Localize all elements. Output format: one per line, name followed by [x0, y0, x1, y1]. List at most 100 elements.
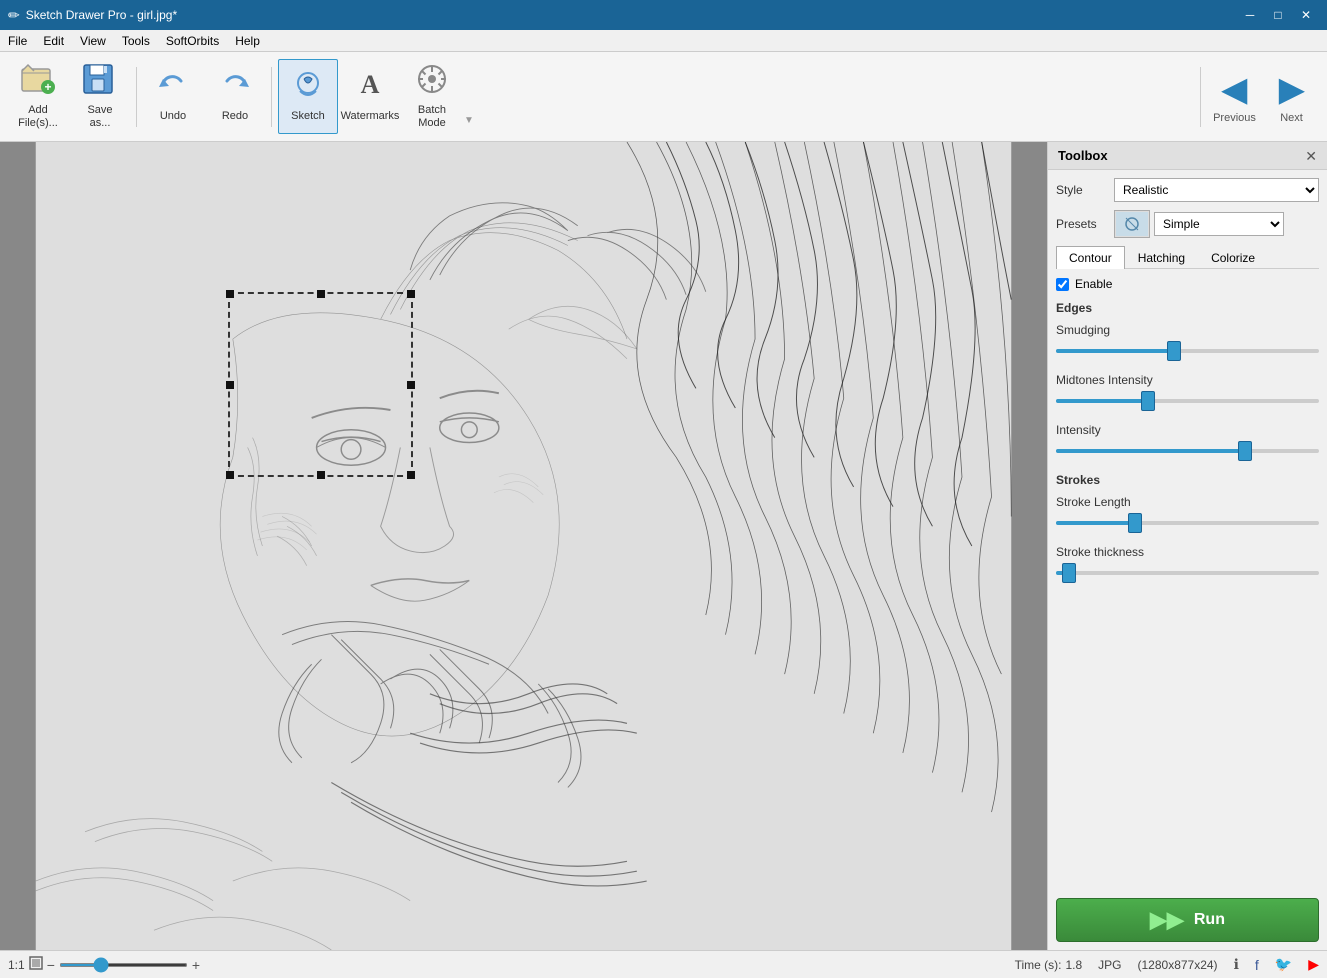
- strokes-header: Strokes: [1056, 473, 1319, 487]
- zoom-fit-button[interactable]: [29, 956, 43, 973]
- stroke-length-thumb[interactable]: [1128, 513, 1142, 533]
- toolbox-close-button[interactable]: ✕: [1305, 149, 1317, 163]
- intensity-track: [1056, 449, 1319, 453]
- presets-select[interactable]: Simple Standard Complex: [1154, 212, 1284, 236]
- maximize-button[interactable]: □: [1265, 5, 1291, 25]
- canvas-area[interactable]: [0, 142, 1047, 950]
- menu-view[interactable]: View: [72, 30, 114, 51]
- tab-contour[interactable]: Contour: [1056, 246, 1125, 269]
- save-as-button[interactable]: Saveas...: [70, 59, 130, 134]
- main-area: Toolbox ✕ Style Realistic Simple Detaile…: [0, 142, 1327, 950]
- redo-button[interactable]: Redo: [205, 59, 265, 134]
- smudging-slider-container: [1056, 341, 1319, 361]
- stroke-thickness-group: Stroke thickness: [1056, 545, 1319, 583]
- redo-label: Redo: [222, 110, 248, 123]
- sketch-image: [0, 142, 1047, 950]
- stroke-length-group: Stroke Length: [1056, 495, 1319, 533]
- svg-text:A: A: [361, 70, 380, 99]
- toolbar-expand[interactable]: ▼: [464, 115, 474, 126]
- enable-row: Enable: [1056, 277, 1319, 291]
- time-status: Time (s): 1.8: [1015, 958, 1083, 972]
- previous-button[interactable]: ◀ Previous: [1207, 59, 1262, 134]
- menu-edit[interactable]: Edit: [35, 30, 72, 51]
- facebook-icon[interactable]: f: [1255, 957, 1259, 973]
- midtones-label: Midtones Intensity: [1056, 373, 1319, 387]
- window-title: Sketch Drawer Pro - girl.jpg*: [26, 8, 1237, 22]
- menu-help[interactable]: Help: [227, 30, 268, 51]
- run-label: Run: [1194, 911, 1225, 929]
- midtones-slider-container: [1056, 391, 1319, 411]
- stroke-length-slider-container: [1056, 513, 1319, 533]
- enable-label[interactable]: Enable: [1075, 277, 1112, 291]
- intensity-group: Intensity: [1056, 423, 1319, 461]
- dimensions-label: (1280x877x24): [1138, 958, 1218, 972]
- tabs-row: Contour Hatching Colorize: [1056, 246, 1319, 269]
- zoom-out-button[interactable]: −: [47, 957, 55, 973]
- time-value: 1.8: [1065, 958, 1082, 972]
- presets-row: Presets Simple Standard Complex: [1056, 210, 1319, 238]
- preset-icon-1: [1114, 210, 1150, 238]
- add-files-button[interactable]: + AddFile(s)...: [8, 59, 68, 134]
- midtones-fill: [1056, 399, 1148, 403]
- zoom-slider[interactable]: [59, 963, 188, 967]
- save-as-label: Saveas...: [87, 104, 112, 130]
- tab-hatching[interactable]: Hatching: [1125, 246, 1198, 269]
- stroke-thickness-track: [1056, 571, 1319, 575]
- stroke-length-fill: [1056, 521, 1135, 525]
- menu-tools[interactable]: Tools: [114, 30, 158, 51]
- menu-softorbits[interactable]: SoftOrbits: [158, 30, 227, 51]
- twitter-icon[interactable]: 🐦: [1275, 956, 1292, 973]
- batch-mode-button[interactable]: BatchMode: [402, 59, 462, 134]
- watermarks-icon: A: [352, 69, 388, 106]
- intensity-fill: [1056, 449, 1245, 453]
- intensity-thumb[interactable]: [1238, 441, 1252, 461]
- info-icon[interactable]: ℹ: [1234, 956, 1239, 973]
- intensity-slider-container: [1056, 441, 1319, 461]
- sketch-button[interactable]: Sketch: [278, 59, 338, 134]
- zoom-controls: 1:1 − +: [8, 956, 200, 973]
- format-status: JPG: [1098, 958, 1121, 972]
- watermarks-button[interactable]: A Watermarks: [340, 59, 400, 134]
- time-label: Time (s):: [1015, 958, 1062, 972]
- nav-separator: [1200, 67, 1201, 127]
- menubar: File Edit View Tools SoftOrbits Help: [0, 30, 1327, 52]
- next-label: Next: [1280, 112, 1303, 124]
- undo-icon: [155, 69, 191, 106]
- stroke-thickness-thumb[interactable]: [1062, 563, 1076, 583]
- midtones-thumb[interactable]: [1141, 391, 1155, 411]
- toolbox-title: Toolbox: [1058, 148, 1108, 163]
- tab-colorize[interactable]: Colorize: [1198, 246, 1268, 269]
- style-select[interactable]: Realistic Simple Detailed Artistic: [1114, 178, 1319, 202]
- zoom-in-button[interactable]: +: [192, 957, 200, 973]
- zoom-level: 1:1: [8, 958, 25, 972]
- smudging-thumb[interactable]: [1167, 341, 1181, 361]
- run-button[interactable]: ▶▶ Run: [1056, 898, 1319, 942]
- menu-file[interactable]: File: [0, 30, 35, 51]
- close-button[interactable]: ✕: [1293, 5, 1319, 25]
- next-icon: ▶: [1279, 70, 1304, 108]
- previous-label: Previous: [1213, 112, 1256, 124]
- toolbox-panel: Toolbox ✕ Style Realistic Simple Detaile…: [1047, 142, 1327, 950]
- minimize-button[interactable]: ─: [1237, 5, 1263, 25]
- nav-section: ◀ Previous ▶ Next: [1200, 59, 1319, 134]
- smudging-fill: [1056, 349, 1174, 353]
- toolbox-content: Style Realistic Simple Detailed Artistic…: [1048, 170, 1327, 882]
- separator-2: [271, 67, 272, 127]
- enable-checkbox[interactable]: [1056, 278, 1069, 291]
- youtube-icon[interactable]: ▶: [1308, 956, 1319, 973]
- undo-button[interactable]: Undo: [143, 59, 203, 134]
- undo-label: Undo: [160, 110, 186, 123]
- dimensions-status: (1280x877x24): [1138, 958, 1218, 972]
- next-button[interactable]: ▶ Next: [1264, 59, 1319, 134]
- save-as-icon: [82, 63, 118, 100]
- svg-text:+: +: [44, 80, 51, 94]
- app-icon: ✏: [8, 7, 20, 24]
- midtones-track: [1056, 399, 1319, 403]
- status-right: ℹ f 🐦 ▶: [1234, 956, 1319, 973]
- toolbar: + AddFile(s)... Saveas...: [0, 52, 1327, 142]
- stroke-length-track: [1056, 521, 1319, 525]
- toolbox-header: Toolbox ✕: [1048, 142, 1327, 170]
- smudging-track: [1056, 349, 1319, 353]
- add-files-label: AddFile(s)...: [18, 104, 58, 130]
- stroke-thickness-label: Stroke thickness: [1056, 545, 1319, 559]
